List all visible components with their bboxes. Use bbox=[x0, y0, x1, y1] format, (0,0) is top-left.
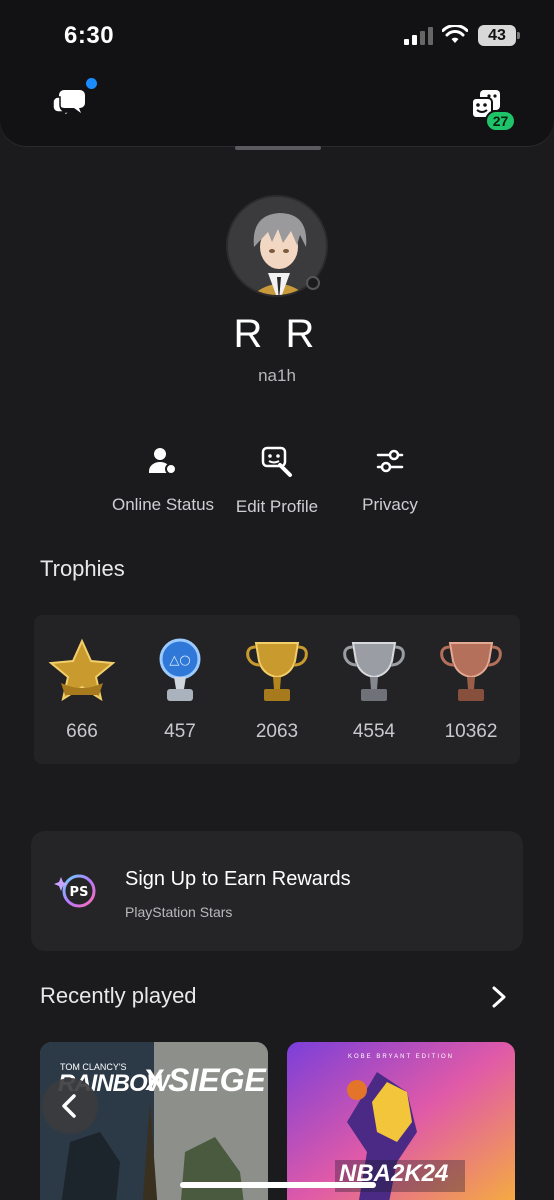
trophy-gold: 2063 bbox=[237, 637, 317, 743]
online-status-button[interactable]: Online Status bbox=[108, 445, 218, 515]
trophies-title: Trophies bbox=[40, 556, 125, 581]
edit-profile-label: Edit Profile bbox=[235, 497, 319, 516]
silver-count: 4554 bbox=[352, 721, 396, 742]
cellular-signal-icon bbox=[404, 27, 433, 45]
status-time: 6:30 bbox=[64, 22, 115, 49]
chevron-left-icon bbox=[62, 1094, 76, 1118]
top-panel: 27 bbox=[0, 60, 554, 146]
bronze-trophy-icon bbox=[440, 642, 502, 701]
panel-drag-handle[interactable] bbox=[235, 146, 321, 150]
game-tile-nba2k24[interactable]: KOBE BRYANT EDITION NBA2K24 bbox=[287, 1042, 515, 1200]
game-title-part-b: SIEGE bbox=[168, 1062, 266, 1098]
new-message-dot bbox=[86, 78, 97, 89]
bronze-count: 10362 bbox=[444, 721, 498, 742]
playstation-stars-icon: PS bbox=[54, 874, 96, 908]
recently-played-title: Recently played bbox=[40, 983, 197, 1008]
trophy-level: 666 bbox=[42, 637, 122, 743]
party-count-badge: 27 bbox=[485, 110, 516, 132]
online-status-icon bbox=[149, 448, 177, 475]
online-status-label: Online Status bbox=[111, 495, 215, 514]
wifi-icon bbox=[442, 25, 468, 43]
platinum-trophy-icon: △○ bbox=[159, 638, 201, 701]
chevron-right-icon[interactable] bbox=[490, 986, 508, 1008]
privacy-label: Privacy bbox=[362, 495, 418, 514]
trophy-silver: 4554 bbox=[334, 637, 414, 743]
trophy-platinum: △○ 457 bbox=[140, 637, 220, 743]
game-edition: KOBE BRYANT EDITION bbox=[347, 1054, 454, 1060]
online-status-dot bbox=[306, 276, 320, 290]
platinum-count: 457 bbox=[164, 721, 196, 742]
display-name: R R bbox=[233, 312, 321, 356]
gold-trophy-icon bbox=[246, 642, 308, 701]
stars-subtitle: PlayStation Stars bbox=[125, 904, 233, 920]
home-indicator[interactable] bbox=[180, 1182, 376, 1188]
back-button[interactable] bbox=[42, 1078, 98, 1134]
stars-title: Sign Up to Earn Rewards bbox=[125, 868, 351, 890]
svg-text:PS: PS bbox=[70, 885, 89, 900]
edit-profile-icon bbox=[261, 446, 292, 477]
playstation-stars-card[interactable]: PS Sign Up to Earn Rewards PlayStation S… bbox=[31, 831, 523, 951]
svg-text:△○: △○ bbox=[169, 653, 190, 668]
trophy-level-icon bbox=[48, 638, 116, 702]
battery-indicator: 43 bbox=[478, 25, 520, 46]
gold-count: 2063 bbox=[255, 721, 299, 742]
messages-icon[interactable] bbox=[52, 88, 86, 118]
trophy-summary-card[interactable]: 666 △○ 457 2063 4554 10362 bbox=[34, 615, 520, 764]
trophy-level-count: 666 bbox=[66, 721, 98, 742]
silver-trophy-icon bbox=[343, 642, 405, 701]
online-id: na1h bbox=[258, 366, 296, 385]
edit-profile-button[interactable]: Edit Profile bbox=[227, 445, 327, 517]
trophy-bronze: 10362 bbox=[431, 637, 511, 743]
privacy-sliders-icon bbox=[376, 449, 404, 473]
privacy-button[interactable]: Privacy bbox=[350, 445, 430, 515]
game-title-x: X bbox=[145, 1064, 166, 1097]
